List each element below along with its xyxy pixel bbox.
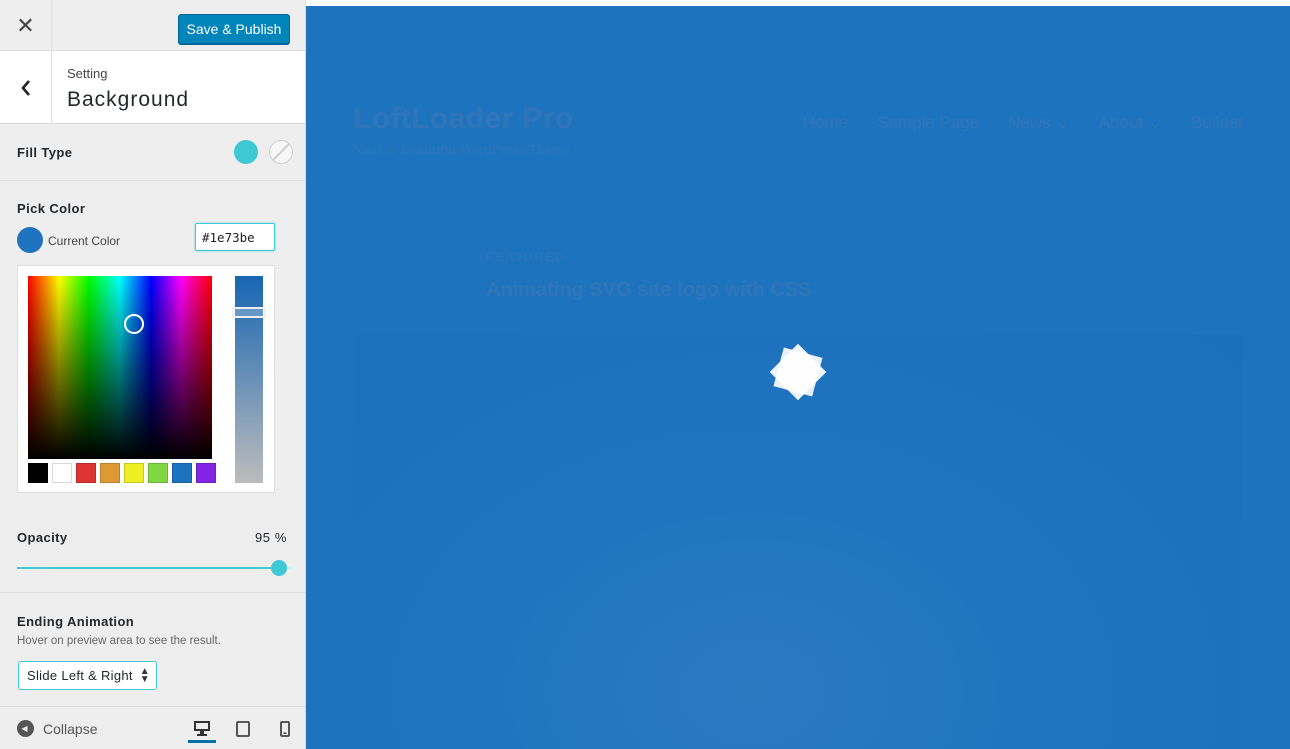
customizer-footer: ◀ Collapse [0, 706, 305, 749]
fill-type-label: Fill Type [17, 145, 73, 160]
back-arrow-icon[interactable] [0, 51, 52, 124]
ending-animation-hint: Hover on preview area to see the result. [17, 635, 221, 647]
opacity-slider-thumb[interactable] [271, 560, 288, 576]
ending-animation-select[interactable]: Slide Left & Right ▲ ▼ [18, 661, 157, 690]
shade-slider[interactable] [232, 276, 266, 483]
palette-swatch-black[interactable] [28, 463, 48, 483]
opacity-label: Opacity [17, 530, 68, 545]
palette-swatch-red[interactable] [76, 463, 96, 483]
pick-color-label: Pick Color [17, 201, 86, 216]
opacity-control: Opacity 95 % [0, 513, 305, 593]
palette-swatch-yellow[interactable] [124, 463, 144, 483]
close-icon[interactable]: ✕ [0, 0, 52, 51]
desktop-preview-icon[interactable] [188, 715, 216, 743]
fill-solid-color-option[interactable] [234, 140, 258, 164]
ending-animation-selected: Slide Left & Right [27, 668, 133, 683]
site-title[interactable]: LoftLoader Pro [353, 102, 574, 136]
customizer-sidebar: ✕ Save & Publish Setting Background Fill… [0, 0, 306, 749]
color-palette [28, 463, 216, 483]
collapse-label: Collapse [43, 720, 98, 737]
mobile-preview-icon[interactable] [271, 715, 299, 743]
collapse-arrow-icon: ◀ [17, 720, 34, 737]
featured-kicker: FEATURED [486, 250, 566, 264]
nav-item-news[interactable]: News ⌄ [1008, 113, 1069, 133]
customizer-header: ✕ Save & Publish [0, 0, 305, 51]
nav-item-home[interactable]: Home [803, 113, 848, 133]
current-color-swatch[interactable] [17, 227, 43, 253]
opacity-slider-fill [17, 567, 280, 569]
nav-item-sample-page[interactable]: Sample Page [877, 113, 979, 133]
loader-logo-icon [769, 343, 827, 401]
nav-item-about[interactable]: About ⌄ [1099, 113, 1162, 133]
opacity-slider-track[interactable] [17, 560, 293, 576]
section-title: Background [67, 88, 190, 111]
palette-swatch-white[interactable] [52, 463, 72, 483]
hex-color-input[interactable] [195, 223, 275, 251]
shade-slider-handle[interactable] [232, 307, 266, 318]
collapse-button[interactable]: ◀ Collapse [17, 720, 97, 737]
fill-none-option[interactable] [269, 140, 293, 164]
site-tagline: Neat & Beautiful WordPress Theme [353, 143, 571, 157]
palette-swatch-green[interactable] [148, 463, 168, 483]
save-publish-button[interactable]: Save & Publish [178, 14, 290, 44]
current-color-label: Current Color [48, 234, 121, 248]
opacity-value: 95 % [254, 530, 287, 545]
select-arrows-icon: ▲ ▼ [139, 666, 150, 685]
color-picker [17, 265, 275, 493]
site-navigation: Home Sample Page News ⌄ About ⌄ Builder [803, 113, 1244, 133]
palette-swatch-orange[interactable] [100, 463, 120, 483]
nav-item-builder[interactable]: Builder [1191, 113, 1244, 133]
section-header: Setting Background [0, 51, 305, 124]
color-picker-handle[interactable] [124, 314, 144, 334]
featured-post-title[interactable]: Animating SVG site logo with CSS [486, 279, 812, 302]
tablet-preview-icon[interactable] [229, 715, 257, 743]
palette-swatch-blue[interactable] [172, 463, 192, 483]
fill-type-control: Fill Type [0, 124, 305, 181]
site-preview[interactable]: LoftLoader Pro Neat & Beautiful WordPres… [306, 6, 1290, 749]
section-kicker: Setting [67, 66, 108, 81]
ending-animation-label: Ending Animation [17, 614, 135, 629]
palette-swatch-purple[interactable] [196, 463, 216, 483]
saturation-hue-field[interactable] [28, 276, 212, 459]
